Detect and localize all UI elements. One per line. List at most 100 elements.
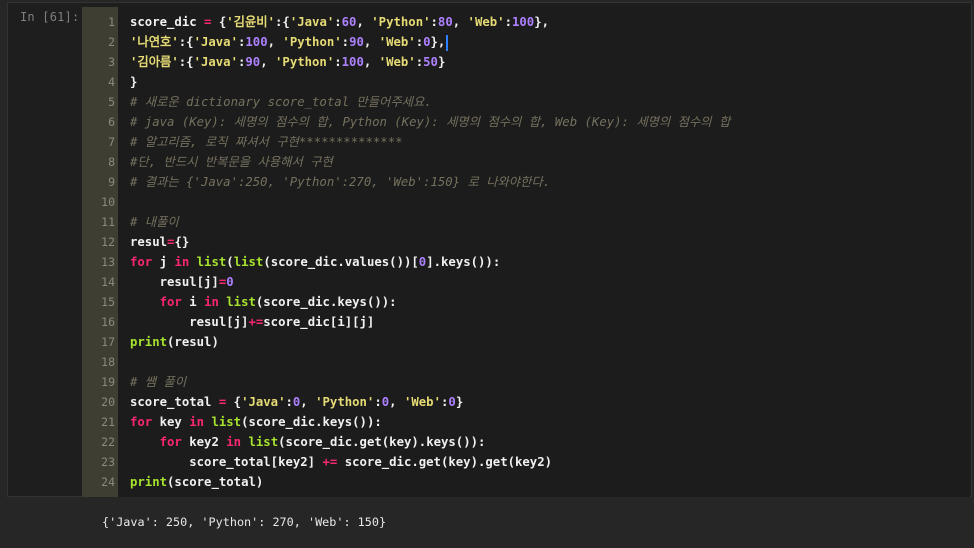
code-line[interactable]: 14 resul[j]=0 <box>82 272 970 292</box>
code-token: score_total <box>130 395 219 409</box>
code-line[interactable]: 22 for key2 in list(score_dic.get(key).k… <box>82 432 970 452</box>
code-cell[interactable]: In [61]: 1 score_dic = {'김윤비':{'Java':60,… <box>7 2 972 497</box>
code-comment: # 알고리즘, 로직 짜셔서 구현************** <box>130 135 403 149</box>
code-token: '김아름' <box>130 55 179 69</box>
code-token: 'Python' <box>282 35 342 49</box>
code-token: :{ <box>178 35 194 49</box>
code-token: 'Web' <box>467 15 505 29</box>
code-line[interactable]: 6 # java (Key): 세명의 점수의 합, Python (Key): … <box>82 112 970 132</box>
code-line[interactable]: 3 '김아름':{'Java':90, 'Python':100, 'Web':5… <box>82 52 970 72</box>
code-line[interactable]: 24 print(score_total) <box>82 472 970 492</box>
code-text: '나연호':{'Java':100, 'Python':90, 'Web':0}… <box>130 32 449 52</box>
line-number: 8 <box>108 155 115 169</box>
code-token: , <box>356 15 372 29</box>
code-line[interactable]: 5 # 새로운 dictionary score_total 만들어주세요. <box>82 92 970 112</box>
line-number: 7 <box>108 135 115 149</box>
code-line[interactable]: 12 resul={} <box>82 232 970 252</box>
code-line[interactable]: 7 # 알고리즘, 로직 짜셔서 구현************** <box>82 132 970 152</box>
code-token: for <box>130 415 160 429</box>
code-token: 'Python' <box>315 395 375 409</box>
code-token: , <box>300 395 316 409</box>
code-token: : <box>415 55 424 69</box>
line-number: 14 <box>101 275 115 289</box>
code-line[interactable]: 11 # 내풀이 <box>82 212 970 232</box>
line-number: 20 <box>101 395 115 409</box>
code-line[interactable]: 17 print(resul) <box>82 332 970 352</box>
code-token: 'Java' <box>193 55 238 69</box>
code-token: : <box>504 15 512 29</box>
code-token: 50 <box>423 55 438 69</box>
code-text: score_dic = {'김윤비':{'Java':60, 'Python':… <box>130 12 549 32</box>
code-token: score_dic <box>130 15 205 29</box>
code-token: : <box>430 15 438 29</box>
code-token: } <box>455 395 464 409</box>
code-line[interactable]: 19 # 쌤 풀이 <box>82 372 970 392</box>
code-token: ].keys()): <box>426 255 501 269</box>
code-text: print(resul) <box>130 332 219 352</box>
code-token: :{ <box>178 55 194 69</box>
code-token: j <box>159 255 175 269</box>
line-number: 2 <box>108 35 115 49</box>
code-token: (score_total) <box>167 475 264 489</box>
line-number: 6 <box>108 115 115 129</box>
code-text: score_total = {'Java':0, 'Python':0, 'We… <box>130 392 463 412</box>
line-number: 24 <box>101 475 115 489</box>
code-token: 60 <box>341 15 357 29</box>
code-token: score_total[key2] <box>130 455 323 469</box>
code-token: resul[j] <box>130 315 249 329</box>
code-comment: # 내풀이 <box>130 215 179 229</box>
code-token: += <box>248 315 264 329</box>
code-token: in <box>226 435 249 449</box>
code-line[interactable]: 1 score_dic = {'김윤비':{'Java':60, 'Python'… <box>82 12 970 32</box>
code-token: score_dic.get(key).get(key2) <box>344 455 553 469</box>
code-token: 0 <box>448 395 456 409</box>
code-line[interactable]: 4} <box>82 72 970 92</box>
line-number: 1 <box>108 15 115 29</box>
code-token: }, <box>534 15 550 29</box>
code-token: resul <box>130 235 168 249</box>
code-token: '나연호' <box>130 35 179 49</box>
code-token: 'Java' <box>241 395 286 409</box>
code-token: (score_dic.values())[ <box>263 255 419 269</box>
code-text: for i in list(score_dic.keys()): <box>130 292 397 312</box>
code-token: (score_dic.get(key).keys()): <box>278 435 486 449</box>
code-token: , <box>363 35 379 49</box>
code-line[interactable]: 20 score_total = {'Java':0, 'Python':0, '… <box>82 392 970 412</box>
code-token: :{ <box>275 15 290 29</box>
code-line[interactable]: 16 resul[j]+=score_dic[i][j] <box>82 312 970 332</box>
code-text: for key2 in list(score_dic.get(key).keys… <box>130 432 486 452</box>
code-token: 'Java' <box>193 35 238 49</box>
code-text: print(score_total) <box>130 472 263 492</box>
code-token: , <box>260 55 276 69</box>
code-line[interactable]: 10 <box>82 192 970 212</box>
line-number: 10 <box>101 195 115 209</box>
code-line[interactable]: 15 for i in list(score_dic.keys()): <box>82 292 970 312</box>
code-line[interactable]: 23 score_total[key2] += score_dic.get(ke… <box>82 452 970 472</box>
line-number: 21 <box>101 415 115 429</box>
code-token: for <box>159 435 190 449</box>
code-editor[interactable]: 1 score_dic = {'김윤비':{'Java':60, 'Python'… <box>82 7 970 497</box>
code-token: list <box>248 435 279 449</box>
code-token: 'Java' <box>289 15 335 29</box>
code-line[interactable]: 18 <box>82 352 970 372</box>
code-line[interactable]: 9 # 결과는 {'Java':250, 'Python':270, 'Web':… <box>82 172 970 192</box>
line-number: 16 <box>101 315 115 329</box>
code-text: resul[j]+=score_dic[i][j] <box>130 312 374 332</box>
code-token: score_dic[i][j] <box>263 315 375 329</box>
code-line[interactable]: 2 '나연호':{'Java':100, 'Python':90, 'Web':0… <box>82 32 970 52</box>
line-number: 9 <box>108 175 115 189</box>
line-number: 13 <box>101 255 115 269</box>
code-token: in <box>204 295 227 309</box>
code-line[interactable]: 8 #단, 반드시 반복문을 사용해서 구현 <box>82 152 970 172</box>
code-line[interactable]: 21 for key in list(score_dic.keys()): <box>82 412 970 432</box>
code-token: (score_dic.keys()): <box>255 295 397 309</box>
line-number: 4 <box>108 75 115 89</box>
code-line[interactable]: 13 for j in list(list(score_dic.values())… <box>82 252 970 272</box>
code-text: score_total[key2] += score_dic.get(key).… <box>130 452 552 472</box>
code-token: for <box>159 295 190 309</box>
code-comment: # java (Key): 세명의 점수의 합, Python (Key): 세… <box>130 115 731 129</box>
code-comment: # 쌤 풀이 <box>130 375 187 389</box>
code-token: (score_dic.keys()): <box>241 415 382 429</box>
code-token: '김윤비' <box>226 15 276 29</box>
